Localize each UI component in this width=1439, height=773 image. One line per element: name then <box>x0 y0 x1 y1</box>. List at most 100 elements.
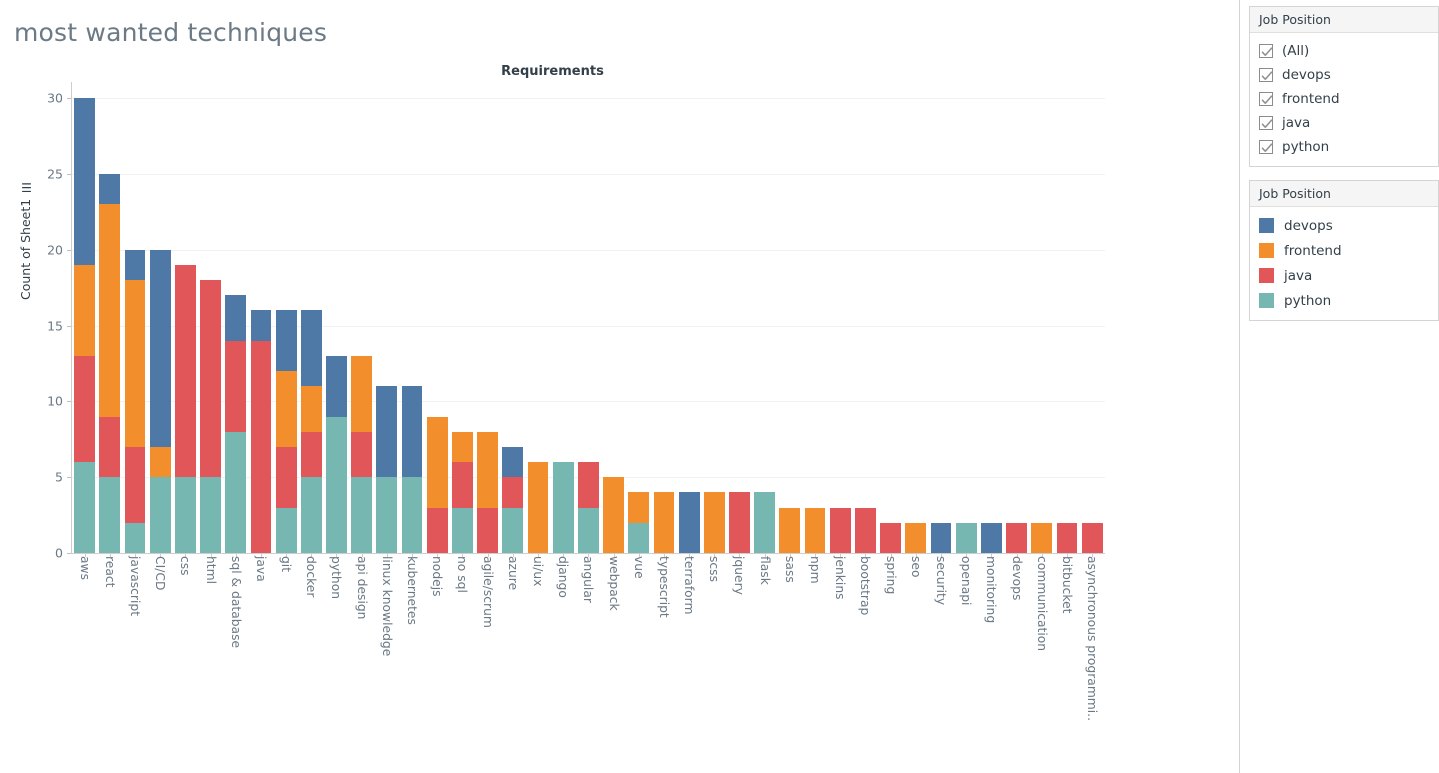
bar-segment-java[interactable] <box>99 416 121 478</box>
legend-item-java[interactable]: java <box>1250 263 1438 288</box>
bar-segment-frontend[interactable] <box>74 264 95 356</box>
filter-item-all[interactable]: (All) <box>1250 39 1438 63</box>
bar-stack[interactable] <box>275 310 297 553</box>
bar-stack[interactable] <box>124 249 146 553</box>
x-axis-label[interactable]: nodejs <box>430 556 444 597</box>
bar-segment-java[interactable] <box>200 280 221 478</box>
bar-column[interactable] <box>399 98 424 557</box>
bar-stack[interactable] <box>477 431 498 553</box>
bar-stack[interactable] <box>376 386 398 553</box>
bar-stack[interactable] <box>351 355 373 553</box>
checkbox-icon[interactable] <box>1259 44 1273 58</box>
bar-stack[interactable] <box>729 492 750 553</box>
bar-stack[interactable] <box>603 477 624 553</box>
bar-segment-frontend[interactable] <box>351 355 373 432</box>
bar-stack[interactable] <box>174 264 196 553</box>
x-axis-label[interactable]: kubernetes <box>405 556 419 625</box>
bar-segment-java[interactable] <box>1081 522 1103 553</box>
bar-column[interactable] <box>727 98 752 557</box>
bar-stack[interactable] <box>955 522 977 553</box>
bar-segment-devops[interactable] <box>124 249 146 281</box>
x-axis-label[interactable]: typescript <box>657 556 671 618</box>
x-axis-label[interactable]: aws <box>78 556 92 580</box>
bar-segment-devops[interactable] <box>225 295 247 341</box>
sort-descending-icon[interactable]: ☰ <box>21 181 31 195</box>
bar-segment-python[interactable] <box>376 477 398 553</box>
bar-stack[interactable] <box>1006 522 1027 553</box>
bar-column[interactable] <box>374 98 399 557</box>
bar-column[interactable] <box>450 98 475 557</box>
bar-stack[interactable] <box>577 462 599 553</box>
bar-segment-frontend[interactable] <box>603 477 624 553</box>
bar-segment-python[interactable] <box>401 477 423 553</box>
x-axis-label[interactable]: openapi <box>959 556 973 605</box>
bar-column[interactable] <box>576 98 601 557</box>
bar-segment-python[interactable] <box>174 477 196 553</box>
bar-segment-python[interactable] <box>577 507 599 553</box>
bar-segment-java[interactable] <box>577 462 599 508</box>
bar-segment-devops[interactable] <box>74 98 95 265</box>
bar-segment-frontend[interactable] <box>124 280 146 447</box>
x-axis-label[interactable]: monitoring <box>984 556 998 623</box>
bar-segment-devops[interactable] <box>930 522 952 553</box>
bar-segment-java[interactable] <box>880 522 901 553</box>
bar-stack[interactable] <box>99 173 121 553</box>
bar-stack[interactable] <box>401 386 423 553</box>
bar-column[interactable] <box>979 98 1004 557</box>
filter-item-devops[interactable]: devops <box>1250 63 1438 87</box>
bar-segment-python[interactable] <box>275 507 297 553</box>
bar-stack[interactable] <box>502 446 524 553</box>
bar-column[interactable] <box>122 98 147 557</box>
x-axis-label[interactable]: linux knowledge <box>380 556 394 656</box>
x-axis-label[interactable]: webpack <box>607 556 621 611</box>
bar-segment-devops[interactable] <box>376 386 398 478</box>
x-axis-label[interactable]: api design <box>355 556 369 619</box>
bar-column[interactable] <box>173 98 198 557</box>
bar-stack[interactable] <box>804 507 826 553</box>
bar-segment-java[interactable] <box>829 507 851 553</box>
bar-segment-devops[interactable] <box>401 386 423 478</box>
filter-item-java[interactable]: java <box>1250 111 1438 135</box>
bar-segment-python[interactable] <box>300 477 322 553</box>
bar-segment-devops[interactable] <box>326 355 347 417</box>
x-axis-label[interactable]: no sql <box>456 556 470 593</box>
bar-segment-frontend[interactable] <box>653 492 675 553</box>
bar-stack[interactable] <box>225 295 247 553</box>
bar-segment-devops[interactable] <box>678 492 700 553</box>
bar-segment-python[interactable] <box>754 492 776 553</box>
bar-column[interactable] <box>802 98 827 557</box>
bar-stack[interactable] <box>149 249 171 553</box>
bar-column[interactable] <box>1080 98 1105 557</box>
bar-stack[interactable] <box>653 492 675 553</box>
x-axis-label[interactable]: django <box>556 556 570 598</box>
bar-stack[interactable] <box>628 492 650 553</box>
bar-column[interactable] <box>299 98 324 557</box>
bar-stack[interactable] <box>452 431 473 553</box>
bar-segment-java[interactable] <box>855 507 876 553</box>
bar-column[interactable] <box>702 98 727 557</box>
bar-segment-frontend[interactable] <box>804 507 826 553</box>
bar-column[interactable] <box>274 98 299 557</box>
bar-column[interactable] <box>475 98 500 557</box>
bar-stack[interactable] <box>855 507 876 553</box>
x-axis-label[interactable]: docker <box>304 556 318 597</box>
bar-segment-java[interactable] <box>729 492 750 553</box>
bar-column[interactable] <box>752 98 777 557</box>
bar-stack[interactable] <box>980 522 1002 553</box>
bar-segment-python[interactable] <box>628 522 650 553</box>
bar-stack[interactable] <box>829 507 851 553</box>
bar-segment-java[interactable] <box>1056 522 1078 553</box>
legend-item-frontend[interactable]: frontend <box>1250 238 1438 263</box>
bar-segment-python[interactable] <box>552 462 574 553</box>
x-axis-label[interactable]: jquery <box>733 556 747 595</box>
x-axis-label[interactable]: scss <box>707 556 721 582</box>
bar-stack[interactable] <box>779 507 801 553</box>
legend-color-swatch[interactable] <box>1259 293 1274 308</box>
bar-segment-python[interactable] <box>955 522 977 553</box>
legend-item-python[interactable]: python <box>1250 288 1438 313</box>
bar-segment-frontend[interactable] <box>527 462 549 553</box>
x-axis-label[interactable]: terraform <box>682 556 696 615</box>
x-axis-label[interactable]: agile/scrum <box>481 556 495 628</box>
bar-segment-frontend[interactable] <box>426 416 448 508</box>
x-axis-label[interactable]: security <box>934 556 948 605</box>
